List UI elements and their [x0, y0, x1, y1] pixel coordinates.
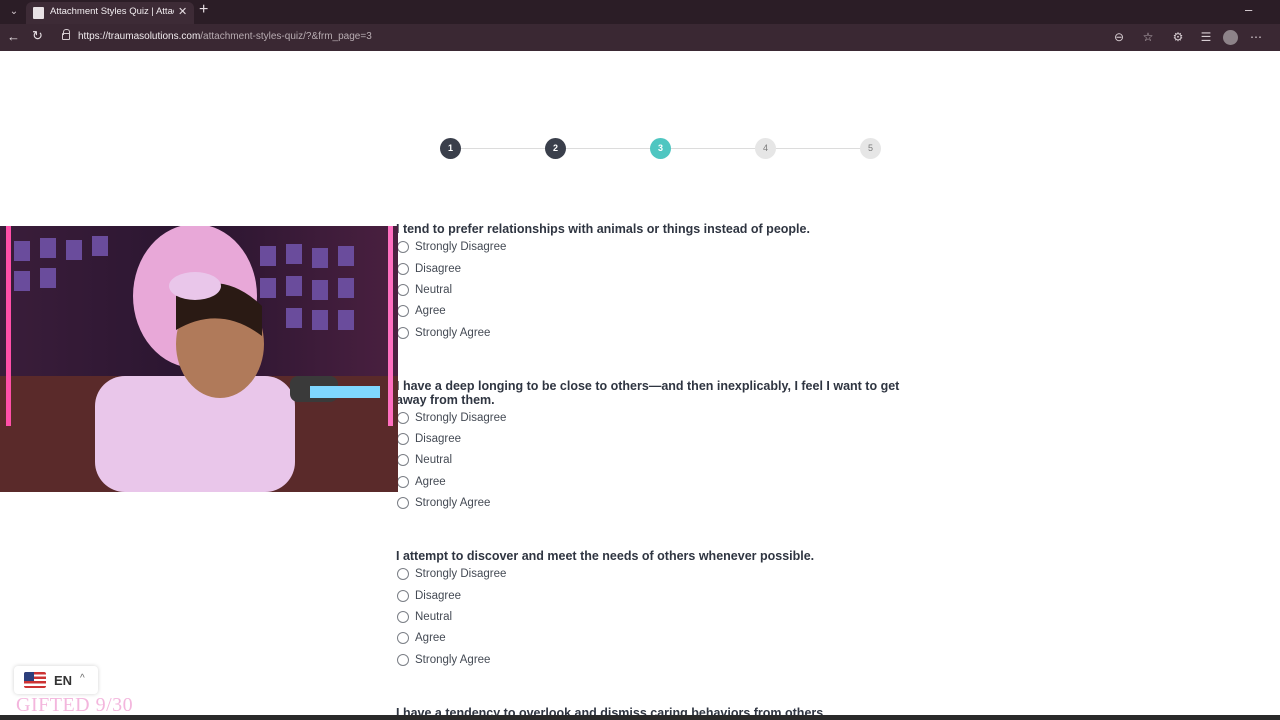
radio-button[interactable] — [397, 568, 409, 581]
option-neutral[interactable]: Neutral — [396, 450, 926, 471]
reload-icon[interactable]: ↻ — [32, 28, 43, 44]
radio-button[interactable] — [397, 411, 409, 424]
radio-button[interactable] — [397, 589, 409, 602]
option-label: Strongly Agree — [415, 497, 491, 510]
option-label: Strongly Agree — [415, 653, 491, 666]
option-strongly-disagree[interactable]: Strongly Disagree — [396, 237, 926, 258]
option-strongly-agree[interactable]: Strongly Agree — [396, 322, 926, 343]
option-label: Agree — [415, 632, 446, 645]
option-strongly-disagree[interactable]: Strongly Disagree — [396, 564, 926, 585]
radio-button[interactable] — [397, 497, 409, 510]
lock-icon[interactable] — [62, 29, 70, 40]
browser-tab[interactable]: Attachment Styles Quiz | Attachm ✕ — [26, 2, 194, 24]
radio-button[interactable] — [397, 326, 409, 339]
progress-stepper: 1 2 3 4 5 — [440, 138, 881, 160]
gifted-counter-overlay: GIFTED 9/30 — [16, 694, 134, 716]
option-disagree[interactable]: Disagree — [396, 258, 926, 279]
browser-tab-bar: ⌄ Attachment Styles Quiz | Attachm ✕ + – — [0, 0, 1280, 24]
option-neutral[interactable]: Neutral — [396, 279, 926, 300]
question-text: I attempt to discover and meet the needs… — [396, 549, 815, 563]
reading-mode-icon[interactable]: ⊖ — [1112, 30, 1126, 44]
webcam-overlay — [0, 226, 398, 492]
option-label: Agree — [415, 475, 446, 488]
question-1: I tend to prefer relationships with anim… — [396, 222, 926, 343]
question-text: I tend to prefer relationships with anim… — [396, 222, 810, 236]
chevron-up-icon: ^ — [80, 673, 85, 684]
radio-button[interactable] — [397, 653, 409, 666]
favorite-star-icon[interactable]: ☆ — [1141, 30, 1155, 44]
language-code: EN — [54, 673, 73, 688]
url-path: /attachment-styles-quiz/?&frm_page=3 — [200, 31, 372, 42]
bottom-edge-bar — [0, 715, 1280, 720]
tab-close-icon[interactable]: ✕ — [178, 5, 187, 18]
webcam-feed-image — [0, 226, 398, 492]
option-agree[interactable]: Agree — [396, 301, 926, 322]
question-2: I have a deep longing to be close to oth… — [396, 379, 926, 514]
favorites-list-icon[interactable]: ☰ — [1199, 30, 1213, 44]
tab-list-chevron-icon[interactable]: ⌄ — [6, 4, 22, 20]
option-strongly-disagree[interactable]: Strongly Disagree — [396, 407, 926, 428]
option-label: Neutral — [415, 454, 453, 467]
address-bar: ← ↻ https://traumasolutions.com/attachme… — [0, 24, 1280, 51]
us-flag-icon — [24, 672, 46, 688]
question-text: I have a deep longing to be close to oth… — [396, 379, 900, 407]
url-host: https://traumasolutions.com — [78, 31, 201, 42]
step-number: 3 — [657, 143, 663, 153]
step-number: 4 — [762, 143, 768, 153]
step-number: 2 — [552, 143, 558, 153]
option-disagree[interactable]: Disagree — [396, 428, 926, 449]
option-label: Strongly Disagree — [415, 411, 507, 424]
url-field[interactable]: https://traumasolutions.com/attachment-s… — [78, 31, 372, 42]
option-label: Disagree — [415, 433, 462, 446]
profile-avatar[interactable] — [1223, 30, 1238, 45]
option-agree[interactable]: Agree — [396, 471, 926, 492]
extensions-icon[interactable]: ⚙ — [1171, 30, 1185, 44]
new-tab-plus-icon[interactable]: + — [199, 1, 208, 19]
option-disagree[interactable]: Disagree — [396, 585, 926, 606]
option-strongly-agree[interactable]: Strongly Agree — [396, 493, 926, 514]
step-number: 1 — [447, 143, 453, 153]
option-label: Strongly Disagree — [415, 241, 507, 254]
question-3: I attempt to discover and meet the needs… — [396, 549, 926, 670]
option-label: Strongly Agree — [415, 326, 491, 339]
radio-button[interactable] — [397, 632, 409, 645]
option-label: Disagree — [415, 262, 462, 275]
back-arrow-icon[interactable]: ← — [7, 29, 20, 44]
radio-button[interactable] — [397, 454, 409, 467]
option-label: Neutral — [415, 610, 453, 623]
option-strongly-agree[interactable]: Strongly Agree — [396, 649, 926, 670]
radio-button[interactable] — [397, 262, 409, 275]
radio-button[interactable] — [397, 283, 409, 296]
tab-title: Attachment Styles Quiz | Attachm — [50, 6, 174, 17]
more-menu-icon[interactable]: ⋯ — [1249, 30, 1263, 44]
step-number: 5 — [867, 143, 873, 153]
language-selector[interactable]: EN ^ — [14, 666, 98, 694]
window-minimize-icon[interactable]: – — [1245, 2, 1252, 17]
radio-button[interactable] — [397, 475, 409, 488]
step-5: 5 — [860, 138, 881, 159]
step-1: 1 — [440, 138, 461, 159]
radio-button[interactable] — [397, 241, 409, 254]
option-neutral[interactable]: Neutral — [396, 606, 926, 627]
radio-button[interactable] — [397, 433, 409, 446]
radio-button[interactable] — [397, 305, 409, 318]
option-agree[interactable]: Agree — [396, 628, 926, 649]
option-label: Strongly Disagree — [415, 568, 507, 581]
step-3: 3 — [650, 138, 671, 159]
step-2: 2 — [545, 138, 566, 159]
option-label: Disagree — [415, 589, 462, 602]
step-4: 4 — [755, 138, 776, 159]
option-label: Neutral — [415, 283, 453, 296]
radio-button[interactable] — [397, 610, 409, 623]
page-favicon-icon — [33, 7, 44, 19]
option-label: Agree — [415, 305, 446, 318]
